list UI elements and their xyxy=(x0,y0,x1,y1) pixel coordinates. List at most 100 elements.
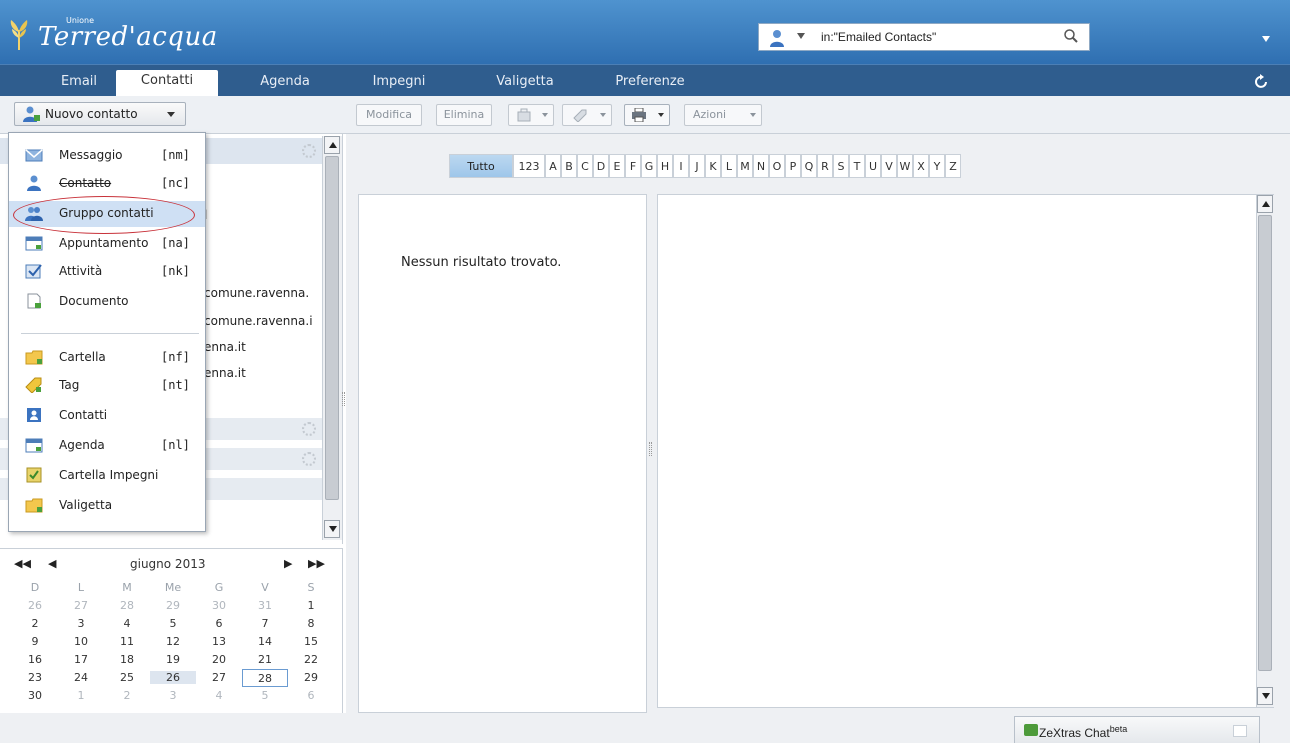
alpha-filter-letter[interactable]: H xyxy=(657,154,673,178)
calendar-day[interactable]: 16 xyxy=(12,653,58,666)
actions-button[interactable]: Azioni xyxy=(684,104,762,126)
alpha-filter-letter[interactable]: K xyxy=(705,154,721,178)
calendar-day[interactable]: 24 xyxy=(58,671,104,684)
menu-item-attivita[interactable]: Attività [nk] xyxy=(9,259,205,285)
calendar-day[interactable]: 1 xyxy=(288,599,334,612)
calendar-day[interactable]: 18 xyxy=(104,653,150,666)
calendar-day[interactable]: 25 xyxy=(104,671,150,684)
alpha-filter-letter[interactable]: E xyxy=(609,154,625,178)
detail-scrollbar[interactable] xyxy=(1256,195,1274,707)
scroll-thumb[interactable] xyxy=(325,156,339,500)
calendar-day[interactable]: 2 xyxy=(104,689,150,702)
menu-item-valigetta[interactable]: Valigetta xyxy=(9,493,205,519)
calendar-day[interactable]: 13 xyxy=(196,635,242,648)
left-splitter-handle[interactable] xyxy=(342,392,345,406)
calendar-day[interactable]: 30 xyxy=(12,689,58,702)
delete-button[interactable]: Elimina xyxy=(436,104,492,126)
left-item-4[interactable]: enna.it xyxy=(204,366,246,380)
scroll-up-icon[interactable] xyxy=(324,136,340,154)
menu-item-agenda[interactable]: Agenda [nl] xyxy=(9,433,205,459)
alpha-filter-letter[interactable]: D xyxy=(593,154,609,178)
calendar-day[interactable]: 2 xyxy=(12,617,58,630)
alpha-filter-letter[interactable]: Q xyxy=(801,154,817,178)
calendar-day[interactable]: 3 xyxy=(58,617,104,630)
calendar-day[interactable]: 5 xyxy=(150,617,196,630)
search-query[interactable]: in:"Emailed Contacts" xyxy=(821,30,936,44)
alpha-filter-letter[interactable]: F xyxy=(625,154,641,178)
calendar-day-today[interactable]: 26 xyxy=(150,671,196,684)
chevron-down-icon[interactable] xyxy=(167,112,175,117)
alpha-filter-letter[interactable]: Z xyxy=(945,154,961,178)
calendar-day[interactable]: 8 xyxy=(288,617,334,630)
calendar-day[interactable]: 23 xyxy=(12,671,58,684)
calendar-day[interactable]: 20 xyxy=(196,653,242,666)
calendar-day[interactable]: 26 xyxy=(12,599,58,612)
refresh-icon[interactable] xyxy=(1253,74,1269,90)
alpha-filter-letter[interactable]: G xyxy=(641,154,657,178)
left-panel-scrollbar[interactable] xyxy=(322,136,342,540)
scroll-down-icon[interactable] xyxy=(324,520,340,538)
calendar-day[interactable]: 11 xyxy=(104,635,150,648)
alpha-filter-letter[interactable]: J xyxy=(689,154,705,178)
next-month-icon[interactable]: ▶ xyxy=(284,557,292,570)
move-button[interactable] xyxy=(508,104,554,126)
alpha-filter-letter[interactable]: Y xyxy=(929,154,945,178)
calendar-day[interactable]: 22 xyxy=(288,653,334,666)
alpha-filter-letter[interactable]: R xyxy=(817,154,833,178)
menu-item-cartella-impegni[interactable]: Cartella Impegni xyxy=(9,463,205,489)
new-contact-button[interactable]: Nuovo contatto xyxy=(14,102,186,126)
scroll-up-icon[interactable] xyxy=(1257,195,1273,213)
prev-month-icon[interactable]: ◀ xyxy=(48,557,56,570)
calendar-day[interactable]: 10 xyxy=(58,635,104,648)
pane-splitter-handle[interactable] xyxy=(649,442,652,456)
calendar-day[interactable]: 5 xyxy=(242,689,288,702)
calendar-day[interactable]: 4 xyxy=(104,617,150,630)
alpha-filter-letter[interactable]: S xyxy=(833,154,849,178)
alpha-filter-all[interactable]: Tutto xyxy=(449,154,513,178)
menu-item-cartella[interactable]: Cartella [nf] xyxy=(9,345,205,371)
menu-item-messaggio[interactable]: Messaggio [nm] xyxy=(9,143,205,169)
calendar-day[interactable]: 17 xyxy=(58,653,104,666)
alpha-filter-letter[interactable]: W xyxy=(897,154,913,178)
tab-preferenze[interactable]: Preferenze xyxy=(598,71,702,97)
calendar-day[interactable]: 19 xyxy=(150,653,196,666)
chat-panel-tab[interactable]: ZeXtras Chatbeta xyxy=(1014,716,1260,743)
gear-icon[interactable] xyxy=(302,422,316,436)
calendar-day[interactable]: 14 xyxy=(242,635,288,648)
left-item-3[interactable]: enna.it xyxy=(204,340,246,354)
brand-logo[interactable]: Unione Terred'acqua xyxy=(8,6,248,58)
calendar-day[interactable]: 27 xyxy=(196,671,242,684)
calendar-day[interactable]: 1 xyxy=(58,689,104,702)
calendar-month-title[interactable]: giugno 2013 xyxy=(130,557,205,571)
alpha-filter-letter[interactable]: A xyxy=(545,154,561,178)
alpha-filter-letter[interactable]: L xyxy=(721,154,737,178)
alpha-filter-123[interactable]: 123 xyxy=(513,154,545,178)
scroll-down-icon[interactable] xyxy=(1257,687,1273,705)
calendar-day[interactable]: 7 xyxy=(242,617,288,630)
calendar-day[interactable]: 29 xyxy=(288,671,334,684)
calendar-day[interactable]: 30 xyxy=(196,599,242,612)
alpha-filter-letter[interactable]: N xyxy=(753,154,769,178)
alpha-filter-letter[interactable]: V xyxy=(881,154,897,178)
chat-expand-icon[interactable] xyxy=(1233,725,1247,737)
tab-impegni[interactable]: Impegni xyxy=(354,71,444,97)
scroll-thumb[interactable] xyxy=(1258,215,1272,671)
calendar-day[interactable]: 15 xyxy=(288,635,334,648)
alpha-filter-letter[interactable]: B xyxy=(561,154,577,178)
calendar-day[interactable]: 12 xyxy=(150,635,196,648)
tab-agenda[interactable]: Agenda xyxy=(236,71,334,97)
tab-email[interactable]: Email xyxy=(44,71,114,97)
menu-item-contatti[interactable]: Contatti xyxy=(9,403,205,429)
search-type-chevron-down-icon[interactable] xyxy=(797,33,805,39)
calendar-day[interactable]: 4 xyxy=(196,689,242,702)
contact-list-pane[interactable]: Nessun risultato trovato. xyxy=(358,194,647,713)
user-menu-chevron-down-icon[interactable] xyxy=(1262,36,1270,42)
alpha-filter-letter[interactable]: M xyxy=(737,154,753,178)
tag-button[interactable] xyxy=(562,104,612,126)
calendar-day[interactable]: 6 xyxy=(196,617,242,630)
calendar-day-selected[interactable]: 28 xyxy=(242,669,288,687)
left-item-1[interactable]: comune.ravenna. xyxy=(204,286,309,300)
alpha-filter-letter[interactable]: C xyxy=(577,154,593,178)
menu-item-contatto[interactable]: Contatto [nc] xyxy=(9,171,205,197)
calendar-day[interactable]: 28 xyxy=(104,599,150,612)
